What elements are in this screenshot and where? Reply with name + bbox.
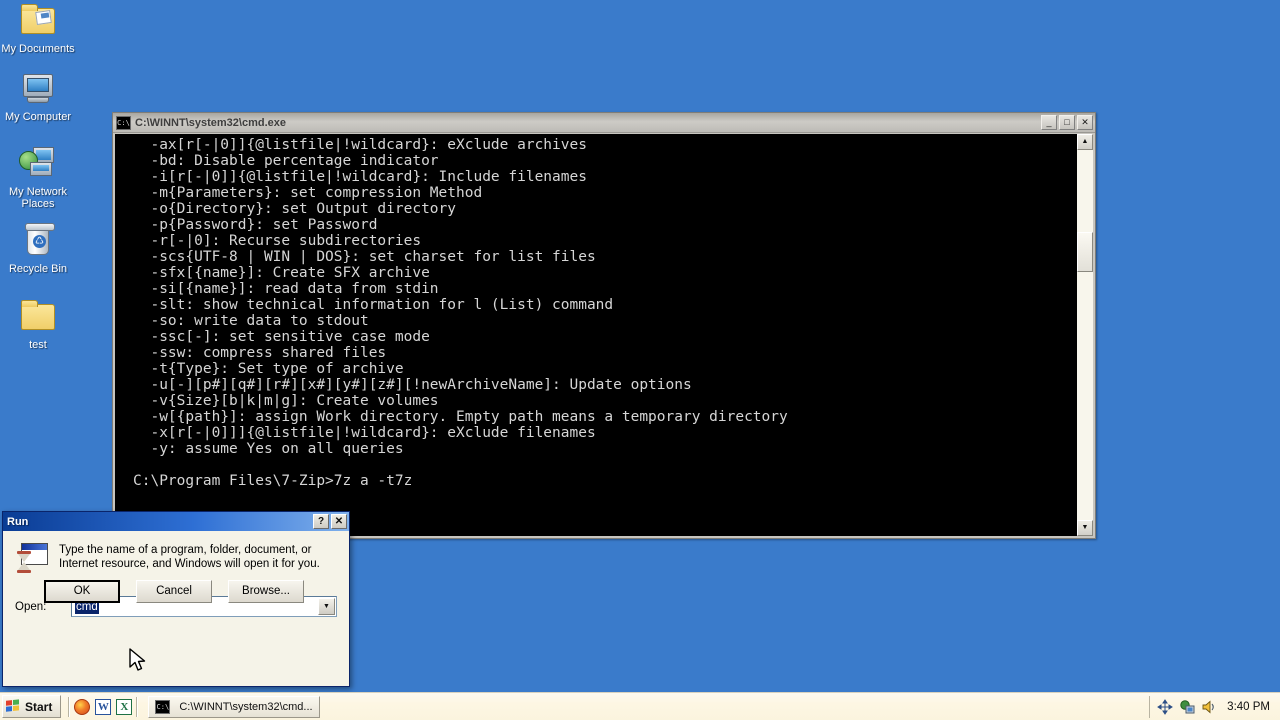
console-line: -slt: show technical information for l (… xyxy=(133,297,614,313)
windows-flag-icon xyxy=(6,699,21,714)
taskbar[interactable]: Start W X C:\ C:\WINNT\system32\cmd... 3… xyxy=(0,692,1280,720)
desktop-icon-test[interactable]: test xyxy=(0,298,76,351)
browse-button[interactable]: Browse... xyxy=(228,580,304,603)
documents-folder-icon xyxy=(18,2,58,40)
console-body: -ax[r[-|0]]{@listfile|!wildcard}: eXclud… xyxy=(115,134,1093,536)
console-line: -ax[r[-|0]]{@listfile|!wildcard}: eXclud… xyxy=(133,137,587,153)
console-line: -ssc[-]: set sensitive case mode xyxy=(133,329,430,345)
console-title: C:\WINNT\system32\cmd.exe xyxy=(135,116,286,129)
folder-icon xyxy=(18,298,58,336)
console-line: -si[{name}]: read data from stdin xyxy=(133,281,439,297)
system-tray: 3:40 PM xyxy=(1149,695,1280,718)
console-line: -v{Size}[b|k|m|g]: Create volumes xyxy=(133,393,439,409)
console-line: C:\Program Files\7-Zip>7z a -t7z xyxy=(133,473,413,489)
volume-icon[interactable] xyxy=(1201,699,1217,715)
console-line: -o{Directory}: set Output directory xyxy=(133,201,457,217)
taskbar-clock[interactable]: 3:40 PM xyxy=(1227,701,1274,713)
console-line: -so: write data to stdout xyxy=(133,313,369,329)
taskbar-button-cmd[interactable]: C:\ C:\WINNT\system32\cmd... xyxy=(148,695,320,718)
task-button-area: C:\ C:\WINNT\system32\cmd... xyxy=(148,695,320,718)
console-line: -y: assume Yes on all queries xyxy=(133,441,404,457)
console-line: -sfx[{name}]: Create SFX archive xyxy=(133,265,430,281)
console-line: -r[-|0]: Recurse subdirectories xyxy=(133,233,422,249)
computer-icon xyxy=(18,70,58,108)
desktop-icon-my-documents[interactable]: My Documents xyxy=(0,2,76,55)
excel-icon[interactable]: X xyxy=(116,698,133,715)
desktop-icon-recycle-bin[interactable]: ♺ Recycle Bin xyxy=(0,222,76,275)
ok-button[interactable]: OK xyxy=(44,580,120,603)
taskbar-separator xyxy=(136,696,139,717)
console-line: -u[-][p#][q#][r#][x#][y#][z#][!newArchiv… xyxy=(133,377,692,393)
taskbar-button-label: C:\WINNT\system32\cmd... xyxy=(179,700,313,713)
close-icon[interactable]: ✕ xyxy=(331,514,347,529)
console-line: -p{Password}: set Password xyxy=(133,217,378,233)
maximize-button[interactable]: □ xyxy=(1059,115,1075,130)
network-connection-icon[interactable] xyxy=(1179,699,1195,715)
console-line: -bd: Disable percentage indicator xyxy=(133,153,439,169)
run-dialog-title: Run xyxy=(7,515,29,528)
network-move-icon[interactable] xyxy=(1157,698,1174,715)
taskbar-separator xyxy=(68,696,71,717)
console-line: -scs{UTF-8 | WIN | DOS}: set charset for… xyxy=(133,249,596,265)
console-line: -ssw: compress shared files xyxy=(133,345,387,361)
console-line: -x[r[-|0]]]{@listfile|!wildcard}: eXclud… xyxy=(133,425,596,441)
scroll-down-arrow-icon[interactable]: ▼ xyxy=(1077,520,1093,536)
console-line: -t{Type}: Set type of archive xyxy=(133,361,404,377)
run-dialog-buttons: OK Cancel Browse... xyxy=(3,580,349,603)
start-label: Start xyxy=(25,699,53,714)
desktop-icon-label: Recycle Bin xyxy=(8,263,68,275)
desktop-icon-label: My Network Places xyxy=(8,186,68,210)
cmd-icon: C:\ xyxy=(155,699,171,714)
quick-launch-bar: W X xyxy=(74,698,133,715)
desktop-icon-label: My Documents xyxy=(1,43,75,55)
console-line: -m{Parameters}: set compression Method xyxy=(133,185,483,201)
run-description: Type the name of a program, folder, docu… xyxy=(59,544,320,570)
network-places-icon xyxy=(18,145,58,183)
desktop-icon-label: My Computer xyxy=(4,111,72,123)
console-line: -i[r[-|0]]{@listfile|!wildcard}: Include… xyxy=(133,169,587,185)
cancel-button[interactable]: Cancel xyxy=(136,580,212,603)
desktop: My Documents My Computer My Network Plac… xyxy=(0,0,1280,720)
run-info-row: Type the name of a program, folder, docu… xyxy=(15,541,337,575)
desktop-icon-label: test xyxy=(29,339,47,351)
run-hourglass-icon xyxy=(15,541,49,575)
run-dialog-titlebar[interactable]: Run ? ✕ xyxy=(3,512,349,531)
firefox-icon[interactable] xyxy=(74,698,91,715)
recycle-bin-icon: ♺ xyxy=(18,222,58,260)
console-line: -w[{path}]: assign Work directory. Empty… xyxy=(133,409,788,425)
desktop-icon-my-network-places[interactable]: My Network Places xyxy=(0,145,76,210)
scrollbar-thumb[interactable] xyxy=(1077,232,1093,272)
desktop-icon-my-computer[interactable]: My Computer xyxy=(0,70,76,123)
run-dialog[interactable]: Run ? ✕ Type the name of a program, fold… xyxy=(2,511,350,687)
scroll-up-arrow-icon[interactable]: ▲ xyxy=(1077,134,1093,150)
console-titlebar[interactable]: C:\ C:\WINNT\system32\cmd.exe _ □ ✕ xyxy=(113,113,1095,133)
help-button[interactable]: ? xyxy=(313,514,329,529)
word-icon[interactable]: W xyxy=(95,698,112,715)
console-scrollbar[interactable]: ▲ ▼ xyxy=(1076,134,1093,536)
scrollbar-track[interactable] xyxy=(1077,150,1093,520)
console-output[interactable]: -ax[r[-|0]]{@listfile|!wildcard}: eXclud… xyxy=(115,134,1076,536)
minimize-button[interactable]: _ xyxy=(1041,115,1057,130)
start-button[interactable]: Start xyxy=(2,695,62,718)
command-prompt-window[interactable]: C:\ C:\WINNT\system32\cmd.exe _ □ ✕ -ax[… xyxy=(112,112,1096,539)
run-dialog-body: Type the name of a program, folder, docu… xyxy=(3,531,349,617)
cmd-icon: C:\ xyxy=(116,115,131,130)
window-controls: _ □ ✕ xyxy=(1041,115,1093,130)
close-button[interactable]: ✕ xyxy=(1077,115,1093,130)
